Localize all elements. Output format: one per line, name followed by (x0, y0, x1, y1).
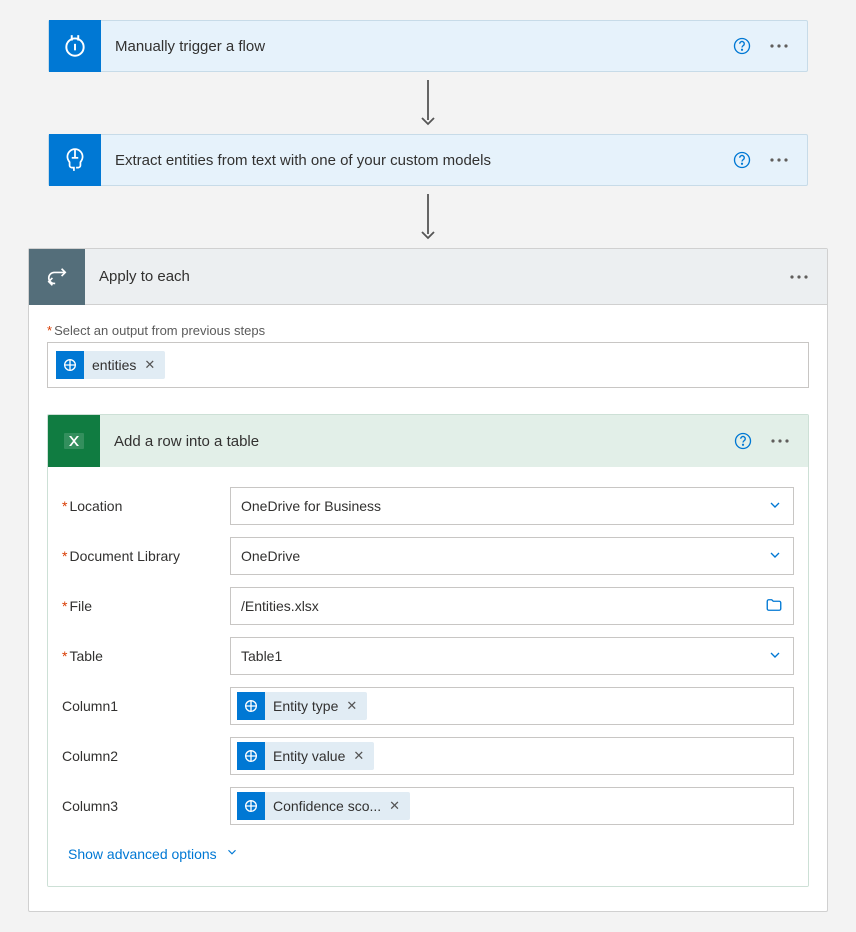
ai-icon (237, 792, 265, 820)
column3-row: Column3 Confidence sco... ✕ (62, 781, 794, 831)
entity-type-token[interactable]: Entity type ✕ (237, 692, 367, 720)
table-label: Table (69, 648, 102, 664)
col1-label: Column1 (62, 698, 118, 714)
location-value: OneDrive for Business (241, 498, 381, 514)
excel-title: Add a row into a table (100, 433, 734, 450)
token-label: Entity value (273, 748, 345, 764)
token-label: Entity type (273, 698, 338, 714)
close-icon[interactable]: ✕ (346, 698, 357, 714)
trigger-node[interactable]: Manually trigger a flow (48, 20, 808, 72)
document-library-select[interactable]: OneDrive (230, 537, 794, 575)
extract-label: Extract entities from text with one of y… (101, 152, 733, 169)
more-icon[interactable] (789, 274, 809, 280)
help-icon[interactable] (733, 37, 751, 55)
select-output-input[interactable]: entities ✕ (47, 342, 809, 388)
ai-icon (49, 134, 101, 186)
excel-icon (48, 415, 100, 467)
help-icon[interactable] (734, 432, 752, 450)
more-icon[interactable] (769, 157, 789, 163)
column1-input[interactable]: Entity type ✕ (230, 687, 794, 725)
entity-value-token[interactable]: Entity value ✕ (237, 742, 374, 770)
table-row: *Table Table1 (62, 631, 794, 681)
trigger-icon (49, 20, 101, 72)
file-label: File (69, 598, 92, 614)
chevron-down-icon (767, 547, 783, 566)
file-input[interactable]: /Entities.xlsx (230, 587, 794, 625)
ai-icon (56, 351, 84, 379)
column3-input[interactable]: Confidence sco... ✕ (230, 787, 794, 825)
flow-canvas: Manually trigger a flow Extract entities… (0, 20, 856, 912)
connector-arrow (0, 186, 856, 248)
doclib-label: Document Library (69, 548, 180, 564)
location-row: *Location OneDrive for Business (62, 481, 794, 531)
help-icon[interactable] (733, 151, 751, 169)
ai-icon (237, 692, 265, 720)
chevron-down-icon (225, 845, 239, 862)
connector-arrow (0, 72, 856, 134)
col3-label: Column3 (62, 798, 118, 814)
chevron-down-icon (767, 647, 783, 666)
ai-icon (237, 742, 265, 770)
chevron-down-icon (767, 497, 783, 516)
more-icon[interactable] (769, 43, 789, 49)
file-value: /Entities.xlsx (241, 598, 319, 614)
apply-label: Apply to each (85, 268, 789, 285)
close-icon[interactable]: ✕ (389, 798, 400, 814)
close-icon[interactable]: ✕ (353, 748, 364, 764)
excel-add-row-card: Add a row into a table *Location (47, 414, 809, 887)
column2-input[interactable]: Entity value ✕ (230, 737, 794, 775)
trigger-label: Manually trigger a flow (101, 38, 733, 55)
col2-label: Column2 (62, 748, 118, 764)
close-icon[interactable]: ✕ (144, 357, 155, 373)
folder-icon[interactable] (765, 596, 783, 617)
token-label: Confidence sco... (273, 798, 381, 814)
location-label: Location (69, 498, 122, 514)
advanced-label: Show advanced options (68, 846, 217, 862)
location-select[interactable]: OneDrive for Business (230, 487, 794, 525)
show-advanced-options-link[interactable]: Show advanced options (62, 831, 239, 880)
file-row: *File /Entities.xlsx (62, 581, 794, 631)
document-library-row: *Document Library OneDrive (62, 531, 794, 581)
apply-to-each-block: Apply to each *Select an output from pre… (28, 248, 828, 912)
apply-header[interactable]: Apply to each (29, 249, 827, 305)
extract-node[interactable]: Extract entities from text with one of y… (48, 134, 808, 186)
entities-token[interactable]: entities ✕ (56, 351, 165, 379)
doclib-value: OneDrive (241, 548, 300, 564)
table-select[interactable]: Table1 (230, 637, 794, 675)
excel-header[interactable]: Add a row into a table (48, 415, 808, 467)
more-icon[interactable] (770, 438, 790, 444)
select-output-label: *Select an output from previous steps (47, 323, 809, 338)
loop-icon (29, 249, 85, 305)
table-value: Table1 (241, 648, 282, 664)
column2-row: Column2 Entity value ✕ (62, 731, 794, 781)
confidence-score-token[interactable]: Confidence sco... ✕ (237, 792, 410, 820)
token-label: entities (92, 357, 136, 373)
column1-row: Column1 Entity type ✕ (62, 681, 794, 731)
